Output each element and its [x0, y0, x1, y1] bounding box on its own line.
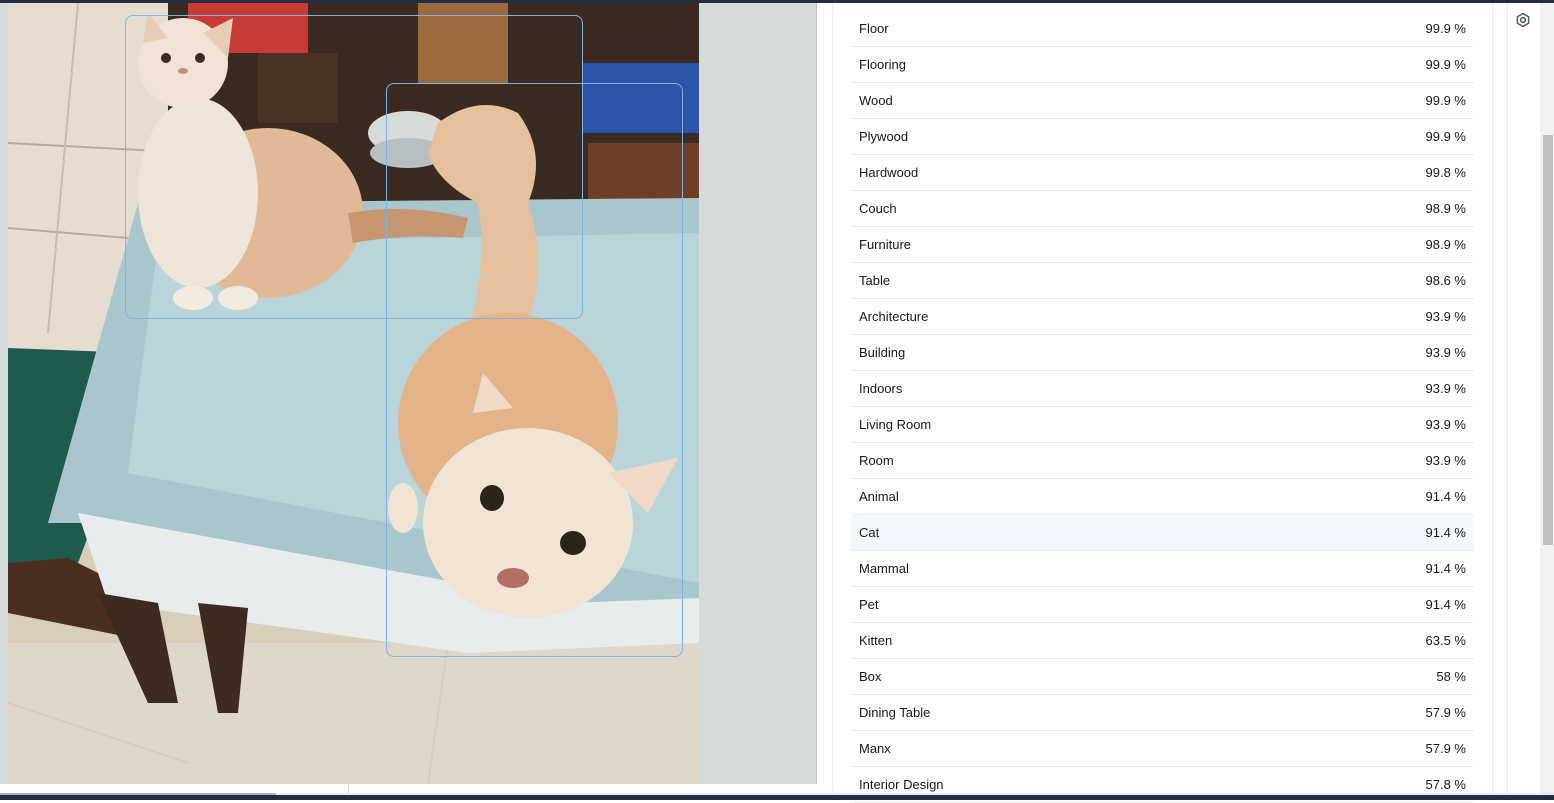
label-name: Pet: [859, 597, 879, 612]
label-list: Floor 99.9 % Flooring 99.9 % Wood 99.9 % Plywo…: [850, 11, 1474, 803]
label-confidence: 57.8 %: [1425, 777, 1466, 792]
label-name: Room: [859, 453, 894, 468]
label-name: Wood: [859, 93, 893, 108]
label-confidence: 98.9 %: [1425, 201, 1466, 216]
label-confidence: 91.4 %: [1425, 597, 1466, 612]
label-confidence: 99.9 %: [1425, 129, 1466, 144]
label-name: Animal: [859, 489, 899, 504]
label-confidence: 91.4 %: [1425, 561, 1466, 576]
label-row[interactable]: Flooring 99.9 %: [850, 47, 1474, 83]
label-row[interactable]: Hardwood 99.8 %: [850, 155, 1474, 191]
label-row[interactable]: Wood 99.9 %: [850, 83, 1474, 119]
side-rail-divider: [1507, 3, 1508, 793]
label-row[interactable]: Room 93.9 %: [850, 443, 1474, 479]
label-row[interactable]: Kitten 63.5 %: [850, 623, 1474, 659]
label-row[interactable]: Animal 91.4 %: [850, 479, 1474, 515]
label-name: Furniture: [859, 237, 912, 252]
label-confidence: 93.9 %: [1425, 417, 1466, 432]
label-name: Table: [859, 273, 891, 288]
label-confidence: 99.9 %: [1425, 93, 1466, 108]
label-name: Floor: [859, 21, 889, 36]
label-confidence: 93.9 %: [1425, 381, 1466, 396]
label-name: Manx: [859, 741, 891, 756]
label-row[interactable]: Box 58 %: [850, 659, 1474, 695]
label-confidence: 99.9 %: [1425, 21, 1466, 36]
label-row[interactable]: Furniture 98.9 %: [850, 227, 1474, 263]
label-confidence: 93.9 %: [1425, 309, 1466, 324]
label-name: Hardwood: [859, 165, 919, 180]
bottom-bar: [0, 795, 1554, 800]
label-row[interactable]: Floor 99.9 %: [850, 11, 1474, 47]
footer-divider: [348, 784, 349, 793]
scrollbar-thumb[interactable]: [1543, 135, 1553, 545]
label-confidence: 98.6 %: [1425, 273, 1466, 288]
label-name: Kitten: [859, 633, 893, 648]
label-confidence: 98.9 %: [1425, 237, 1466, 252]
label-confidence: 57.9 %: [1425, 705, 1466, 720]
label-confidence: 63.5 %: [1425, 633, 1466, 648]
label-name: Mammal: [859, 561, 909, 576]
label-confidence: 58 %: [1436, 669, 1466, 684]
gear-icon[interactable]: [1515, 12, 1531, 28]
label-row[interactable]: Cat 91.4 %: [850, 515, 1474, 551]
label-confidence: 93.9 %: [1425, 345, 1466, 360]
label-confidence: 91.4 %: [1425, 525, 1466, 540]
labels-results-panel: Floor 99.9 % Flooring 99.9 % Wood 99.9 % Plywo…: [832, 3, 1493, 803]
label-name: Couch: [859, 201, 897, 216]
label-row[interactable]: Building 93.9 %: [850, 335, 1474, 371]
label-confidence: 99.9 %: [1425, 57, 1466, 72]
label-name: Living Room: [859, 417, 932, 432]
label-row[interactable]: Pet 91.4 %: [850, 587, 1474, 623]
label-row[interactable]: Plywood 99.9 %: [850, 119, 1474, 155]
label-name: Box: [859, 669, 882, 684]
label-row[interactable]: Manx 57.9 %: [850, 731, 1474, 767]
pane-divider: [816, 3, 817, 793]
label-name: Interior Design: [859, 777, 944, 792]
label-name: Architecture: [859, 309, 929, 324]
label-row[interactable]: Living Room 93.9 %: [850, 407, 1474, 443]
label-row[interactable]: Architecture 93.9 %: [850, 299, 1474, 335]
label-row[interactable]: Couch 98.9 %: [850, 191, 1474, 227]
label-name: Plywood: [859, 129, 909, 144]
label-row[interactable]: Table 98.6 %: [850, 263, 1474, 299]
label-confidence: 99.8 %: [1425, 165, 1466, 180]
label-row[interactable]: Indoors 93.9 %: [850, 371, 1474, 407]
label-row[interactable]: Dining Table 57.9 %: [850, 695, 1474, 731]
label-name: Indoors: [859, 381, 903, 396]
label-name: Dining Table: [859, 705, 931, 720]
image-pane-footer: [0, 784, 817, 793]
cat-bounding-box-2: [386, 83, 683, 657]
label-name: Flooring: [859, 57, 906, 72]
label-confidence: 91.4 %: [1425, 489, 1466, 504]
label-confidence: 57.9 %: [1425, 741, 1466, 756]
label-name: Building: [859, 345, 906, 360]
label-row[interactable]: Mammal 91.4 %: [850, 551, 1474, 587]
label-name: Cat: [859, 525, 880, 540]
label-confidence: 93.9 %: [1425, 453, 1466, 468]
